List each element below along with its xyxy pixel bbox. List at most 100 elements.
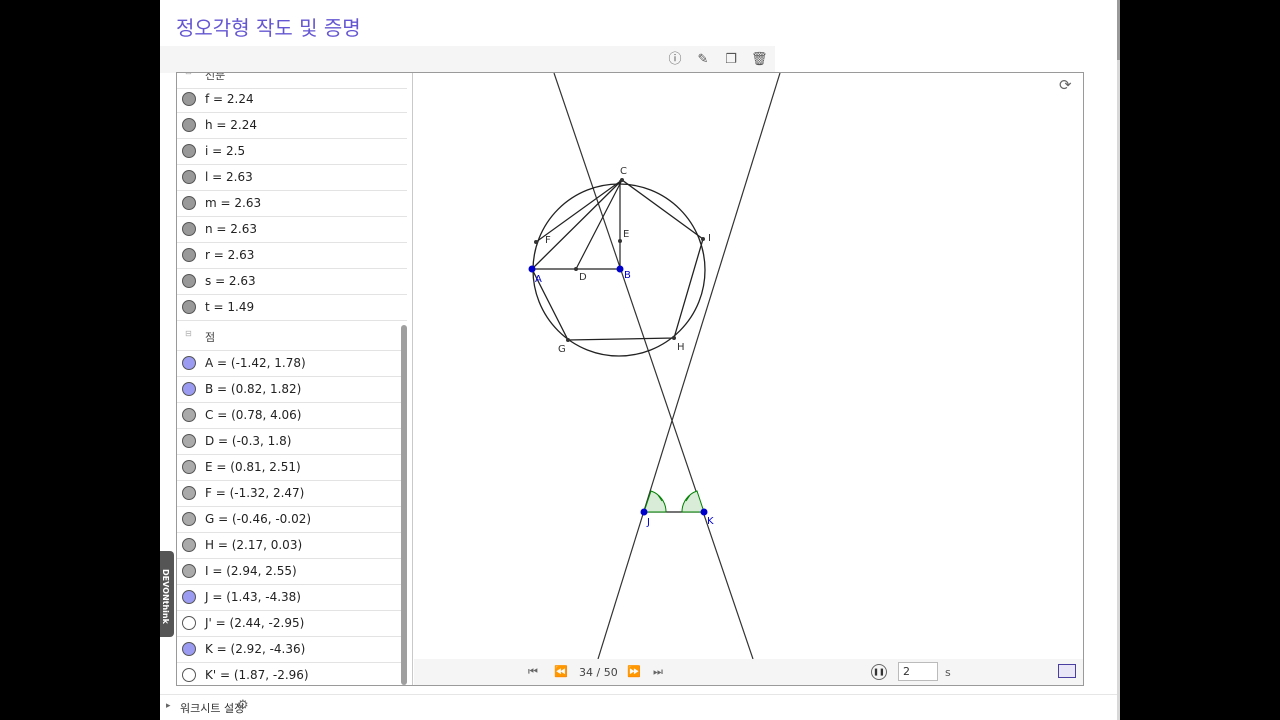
visibility-toggle[interactable] — [182, 642, 196, 656]
algebra-item[interactable]: F = (-1.32, 2.47) — [177, 481, 407, 507]
prev-frame-icon[interactable]: ⏪ — [554, 665, 568, 678]
label-h: H — [677, 342, 685, 353]
points-group-header[interactable]: ⊟ 점 — [177, 321, 407, 351]
point-k[interactable] — [700, 508, 708, 516]
page-scrollbar-thumb[interactable] — [1117, 0, 1120, 60]
line-through-j[interactable] — [597, 73, 781, 659]
algebra-item[interactable]: r = 2.63 — [177, 243, 407, 269]
algebra-scrollbar[interactable] — [401, 325, 407, 685]
point-c[interactable] — [620, 178, 624, 182]
algebra-item-text: I = (2.94, 2.55) — [205, 564, 297, 578]
algebra-item[interactable]: J' = (2.44, -2.95) — [177, 611, 407, 637]
visibility-toggle[interactable] — [182, 668, 196, 682]
visibility-toggle[interactable] — [182, 196, 196, 210]
algebra-item[interactable]: G = (-0.46, -0.02) — [177, 507, 407, 533]
pencil-icon[interactable]: ✎ — [695, 52, 711, 68]
algebra-item-text: n = 2.63 — [205, 222, 258, 236]
algebra-item-text: t = 1.49 — [205, 300, 255, 314]
collapse-icon[interactable]: ⊟ — [185, 73, 193, 76]
worksheet-settings-label[interactable]: 워크시트 설정 — [180, 700, 244, 716]
pause-button[interactable]: ❚❚ — [871, 664, 887, 680]
visibility-toggle[interactable] — [182, 144, 196, 158]
point-g[interactable] — [566, 338, 570, 342]
algebra-item-text: K' = (1.87, -2.96) — [205, 668, 309, 682]
visibility-toggle[interactable] — [182, 590, 196, 604]
algebra-item[interactable]: A = (-1.42, 1.78) — [177, 351, 407, 377]
label-d: D — [579, 272, 587, 283]
first-frame-icon[interactable]: ⏮ — [528, 665, 538, 679]
point-j[interactable] — [640, 508, 648, 516]
info-icon[interactable]: ⓘ — [667, 52, 683, 68]
graphics-view[interactable]: A B C D E F G H I J K ⟳ ⏮ ⏪ 34 / 50 ⏩ ⏭ … — [414, 73, 1083, 685]
devonthink-label: DEVONthink — [161, 569, 170, 624]
algebra-item-text: m = 2.63 — [205, 196, 262, 210]
worksheet-settings-bar[interactable]: ▸ 워크시트 설정 ⚙ — [160, 694, 1117, 720]
visibility-toggle[interactable] — [182, 512, 196, 526]
devonthink-tab[interactable]: DEVONthink — [160, 551, 174, 637]
algebra-item[interactable]: C = (0.78, 4.06) — [177, 403, 407, 429]
line-through-k[interactable] — [553, 73, 754, 659]
gear-icon[interactable]: ⚙ — [237, 698, 249, 713]
visibility-toggle[interactable] — [182, 460, 196, 474]
algebra-item[interactable]: I = (2.94, 2.55) — [177, 559, 407, 585]
algebra-item[interactable]: i = 2.5 — [177, 139, 407, 165]
visibility-toggle[interactable] — [182, 248, 196, 262]
geometry-canvas[interactable]: A B C D E F G H I J K — [414, 73, 1083, 659]
segment-dc[interactable] — [575, 179, 623, 270]
algebra-item[interactable]: m = 2.63 — [177, 191, 407, 217]
algebra-item[interactable]: K = (2.92, -4.36) — [177, 637, 407, 663]
copy-icon[interactable]: ❐ — [723, 52, 739, 68]
group-label: 점 — [205, 331, 216, 344]
visibility-toggle[interactable] — [182, 408, 196, 422]
point-i[interactable] — [701, 237, 705, 241]
last-frame-icon[interactable]: ⏭ — [653, 665, 663, 679]
algebra-item[interactable]: l = 2.63 — [177, 165, 407, 191]
visibility-toggle[interactable] — [182, 382, 196, 396]
algebra-item[interactable]: f = 2.24 — [177, 87, 407, 113]
chevron-right-icon[interactable]: ▸ — [166, 701, 171, 711]
visibility-toggle[interactable] — [182, 300, 196, 314]
visibility-toggle[interactable] — [182, 434, 196, 448]
visibility-toggle[interactable] — [182, 170, 196, 184]
collapse-icon[interactable]: ⊟ — [185, 330, 193, 338]
visibility-toggle[interactable] — [182, 616, 196, 630]
algebra-item[interactable]: H = (2.17, 0.03) — [177, 533, 407, 559]
algebra-item-text: E = (0.81, 2.51) — [205, 460, 301, 474]
visibility-toggle[interactable] — [182, 356, 196, 370]
visibility-toggle[interactable] — [182, 486, 196, 500]
algebra-item[interactable]: E = (0.81, 2.51) — [177, 455, 407, 481]
geogebra-applet: ⊟ 선분 f = 2.24 h = 2.24 i = 2.5 l = 2.63 — [176, 72, 1084, 686]
visibility-toggle[interactable] — [182, 92, 196, 106]
algebra-item[interactable]: s = 2.63 — [177, 269, 407, 295]
algebra-item[interactable]: n = 2.63 — [177, 217, 407, 243]
algebra-view: ⊟ 선분 f = 2.24 h = 2.24 i = 2.5 l = 2.63 — [177, 73, 413, 685]
algebra-item-text: s = 2.63 — [205, 274, 256, 288]
visibility-toggle[interactable] — [182, 222, 196, 236]
algebra-item-text: i = 2.5 — [205, 144, 246, 158]
algebra-item[interactable]: B = (0.82, 1.82) — [177, 377, 407, 403]
point-h[interactable] — [672, 336, 676, 340]
visibility-toggle[interactable] — [182, 538, 196, 552]
point-b[interactable] — [616, 265, 624, 273]
keyboard-icon[interactable] — [1058, 664, 1076, 678]
point-f[interactable] — [534, 240, 538, 244]
algebra-item[interactable]: J = (1.43, -4.38) — [177, 585, 407, 611]
point-a[interactable] — [528, 265, 536, 273]
refresh-icon[interactable]: ⟳ — [1059, 77, 1075, 93]
page-scrollbar[interactable] — [1117, 0, 1120, 720]
next-frame-icon[interactable]: ⏩ — [627, 665, 641, 678]
algebra-item[interactable]: K' = (1.87, -2.96) — [177, 663, 407, 685]
visibility-toggle[interactable] — [182, 274, 196, 288]
point-e[interactable] — [618, 239, 622, 243]
algebra-item[interactable]: h = 2.24 — [177, 113, 407, 139]
visibility-toggle[interactable] — [182, 564, 196, 578]
segment-fc[interactable] — [535, 179, 623, 243]
angle-j[interactable] — [643, 490, 667, 513]
speed-input[interactable]: 2 — [898, 662, 938, 681]
algebra-item[interactable]: D = (-0.3, 1.8) — [177, 429, 407, 455]
visibility-toggle[interactable] — [182, 118, 196, 132]
angle-k[interactable] — [681, 490, 705, 513]
point-d[interactable] — [574, 267, 578, 271]
algebra-item[interactable]: t = 1.49 — [177, 295, 407, 321]
trash-icon[interactable]: 🗑 — [751, 52, 768, 68]
